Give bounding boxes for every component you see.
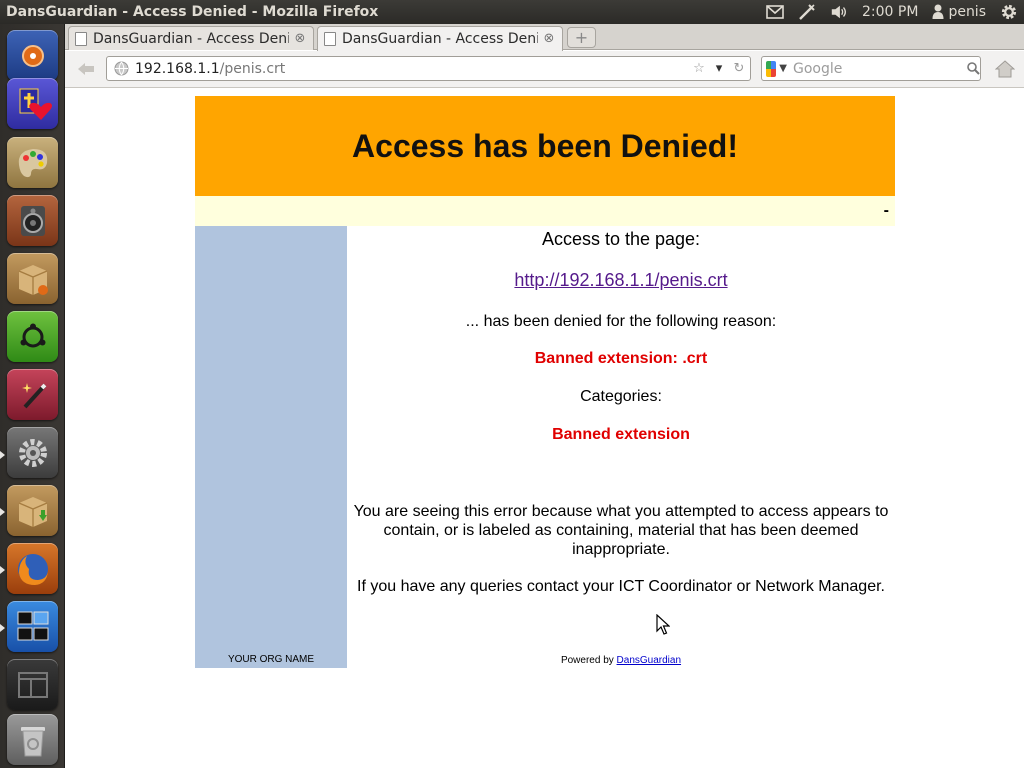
- tab-label: DansGuardian - Access Denied: [93, 30, 289, 47]
- running-indicator: [0, 508, 5, 516]
- ubuntu-one-icon[interactable]: [7, 311, 58, 362]
- google-engine-icon[interactable]: [766, 60, 777, 77]
- access-label: Access to the page:: [541, 229, 701, 249]
- tab-2-active[interactable]: DansGuardian - Access Denied ⊗: [317, 26, 563, 51]
- dansguardian-link[interactable]: DansGuardian: [617, 655, 681, 666]
- reload-icon[interactable]: ↻: [730, 60, 748, 78]
- user-name: penis: [948, 4, 986, 20]
- org-sidebar: YOUR ORG NAME: [195, 226, 347, 668]
- trash-icon[interactable]: [7, 714, 58, 765]
- powered-by: Powered by DansGuardian: [347, 655, 895, 666]
- paint-app-icon[interactable]: [7, 137, 58, 188]
- magic-wand-app-icon[interactable]: [7, 369, 58, 420]
- new-tab-button[interactable]: +: [567, 27, 596, 48]
- bible-app-icon[interactable]: [7, 78, 58, 129]
- dash-home-icon[interactable]: [7, 30, 58, 81]
- tab-1[interactable]: DansGuardian - Access Denied ⊗: [68, 26, 314, 50]
- mouse-cursor-icon: [656, 614, 670, 635]
- contact-text: If you have any queries contact your ICT…: [357, 578, 885, 595]
- user-icon: [932, 4, 944, 19]
- org-name: YOUR ORG NAME: [227, 654, 315, 665]
- url-host: 192.168.1.1: [135, 60, 220, 77]
- system-settings-icon[interactable]: [7, 427, 58, 478]
- page-heading: Access has been Denied!: [195, 96, 895, 196]
- indicator-area: 2:00 PM penis: [766, 3, 1024, 21]
- gear-icon[interactable]: [1000, 3, 1018, 21]
- home-button[interactable]: [993, 57, 1017, 81]
- url-bar[interactable]: 192.168.1.1/penis.crt ☆ ▾ ↻: [106, 56, 751, 81]
- firefox-icon[interactable]: [7, 543, 58, 594]
- search-icon[interactable]: [967, 62, 980, 75]
- back-button[interactable]: [73, 57, 99, 81]
- speaker-app-icon[interactable]: [7, 195, 58, 246]
- navigation-toolbar: 192.168.1.1/penis.crt ☆ ▾ ↻ ▼: [65, 51, 1024, 88]
- reason-intro: ... has been denied for the following re…: [465, 313, 777, 330]
- volume-icon[interactable]: [830, 3, 848, 21]
- network-icon[interactable]: [798, 3, 816, 21]
- page-viewport: Access has been Denied! - YOUR ORG NAME …: [65, 89, 1024, 768]
- package-installer-icon[interactable]: [7, 485, 58, 536]
- blocked-url-link[interactable]: http://192.168.1.1/penis.crt: [347, 270, 895, 291]
- running-indicator: [0, 566, 5, 574]
- engine-dropdown-icon[interactable]: ▼: [779, 63, 787, 74]
- page-body: YOUR ORG NAME Access to the page: http:/…: [195, 226, 895, 668]
- dansguardian-block-page: Access has been Denied! - YOUR ORG NAME …: [195, 96, 895, 668]
- bookmark-star-icon[interactable]: ☆: [690, 60, 708, 78]
- page-favicon-icon: [75, 31, 87, 46]
- category-value: Banned extension: [552, 426, 690, 443]
- page-favicon-icon: [324, 32, 336, 46]
- user-menu[interactable]: penis: [932, 4, 986, 20]
- history-dropdown-icon[interactable]: ▾: [710, 60, 728, 78]
- tab-strip: DansGuardian - Access Denied ⊗ DansGuard…: [65, 24, 1024, 51]
- running-indicator: [0, 624, 5, 632]
- main-message: Access to the page: http://192.168.1.1/p…: [347, 226, 895, 668]
- url-path: /penis.crt: [219, 60, 286, 77]
- denial-reason: Banned extension: .crt: [534, 350, 708, 367]
- back-arrow-icon: [78, 63, 94, 75]
- package-app-icon[interactable]: [7, 253, 58, 304]
- explanation-text: You are seeing this error because what y…: [353, 503, 889, 558]
- unity-launcher: [0, 24, 65, 768]
- strip-text: -: [883, 202, 889, 219]
- window-title: DansGuardian - Access Denied - Mozilla F…: [6, 4, 379, 20]
- running-indicator: [0, 451, 5, 459]
- tab-close-icon[interactable]: ⊗: [293, 31, 307, 46]
- tab-label: DansGuardian - Access Denied: [342, 31, 538, 47]
- clock[interactable]: 2:00 PM: [862, 4, 918, 20]
- system-top-panel: DansGuardian - Access Denied - Mozilla F…: [0, 0, 1024, 24]
- home-icon: [995, 60, 1015, 78]
- mail-icon[interactable]: [766, 3, 784, 21]
- search-input[interactable]: [793, 60, 967, 77]
- powered-by-prefix: Powered by: [560, 655, 614, 666]
- search-bar[interactable]: ▼: [761, 56, 981, 81]
- workspace-switcher-icon[interactable]: [7, 601, 58, 652]
- categories-label: Categories:: [580, 388, 662, 405]
- info-strip: -: [195, 196, 895, 226]
- plus-icon: +: [574, 28, 589, 47]
- window-app-icon[interactable]: [7, 659, 58, 710]
- globe-icon: [113, 61, 129, 77]
- tab-close-icon[interactable]: ⊗: [542, 32, 556, 46]
